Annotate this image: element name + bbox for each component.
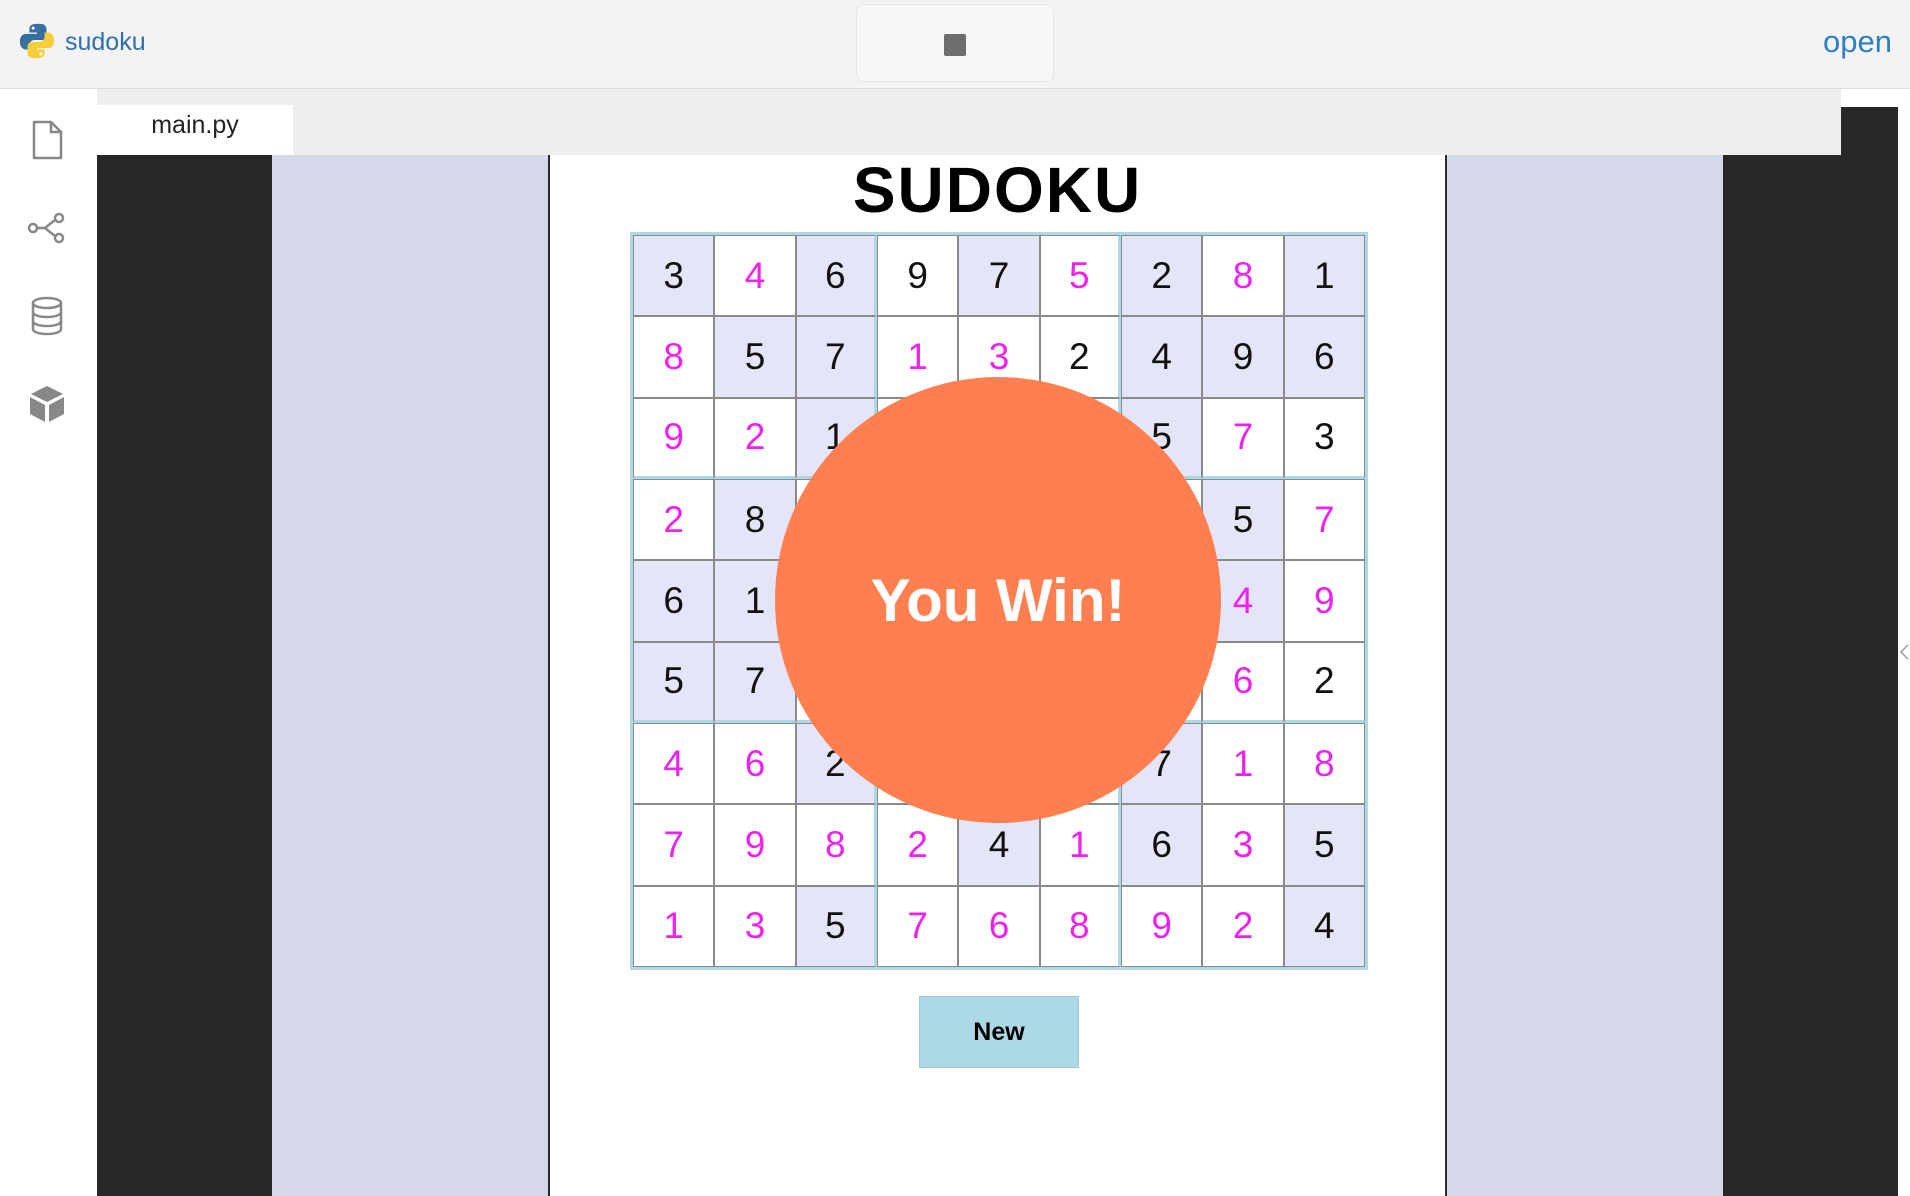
sudoku-cell[interactable]: 6 <box>714 723 796 805</box>
sudoku-cell[interactable]: 9 <box>714 804 796 886</box>
output-stage: SUDOKU 346975281857132496921573285761495… <box>97 155 1841 1196</box>
open-link[interactable]: open <box>1823 24 1892 60</box>
sudoku-cell[interactable]: 8 <box>1039 885 1121 967</box>
sudoku-cell[interactable]: 2 <box>714 397 796 479</box>
sudoku-cell[interactable]: 7 <box>1202 397 1284 479</box>
sudoku-cell[interactable]: 2 <box>1202 885 1284 967</box>
sudoku-cell[interactable]: 3 <box>633 235 715 317</box>
sidebar <box>0 89 96 1196</box>
sudoku-cell[interactable]: 7 <box>633 804 715 886</box>
sudoku-cell[interactable]: 1 <box>633 885 715 967</box>
sudoku-cell[interactable]: 5 <box>1283 804 1365 886</box>
new-game-button[interactable]: New <box>919 996 1079 1068</box>
sudoku-cell[interactable]: 9 <box>877 235 959 317</box>
sudoku-cell[interactable]: 8 <box>1283 723 1365 805</box>
sudoku-cell[interactable]: 9 <box>1202 316 1284 398</box>
canvas-margin-right <box>1447 155 1723 1196</box>
sudoku-cell[interactable]: 9 <box>1283 560 1365 642</box>
stop-button[interactable] <box>856 4 1054 82</box>
game-title: SUDOKU <box>852 154 1143 226</box>
sudoku-cell[interactable]: 6 <box>1121 804 1203 886</box>
sudoku-cell[interactable]: 4 <box>633 723 715 805</box>
sudoku-cell[interactable]: 5 <box>795 885 877 967</box>
top-bar: sudoku open <box>0 0 1910 89</box>
package-cube-icon[interactable] <box>26 383 68 425</box>
sudoku-cell[interactable]: 8 <box>1202 235 1284 317</box>
chevron-left-icon[interactable] <box>1898 642 1910 662</box>
sudoku-cell[interactable]: 3 <box>1202 804 1284 886</box>
sudoku-cell[interactable]: 7 <box>795 316 877 398</box>
sudoku-cell[interactable]: 7 <box>1283 479 1365 561</box>
sudoku-cell[interactable]: 9 <box>1121 885 1203 967</box>
canvas-margin-left <box>272 155 548 1196</box>
sudoku-cell[interactable]: 6 <box>1283 316 1365 398</box>
sudoku-cell[interactable]: 3 <box>1283 397 1365 479</box>
editor-tab-strip: main.py <box>97 89 1841 155</box>
win-badge: You Win! <box>775 377 1221 823</box>
sudoku-cell[interactable]: 6 <box>633 560 715 642</box>
stop-icon <box>944 34 966 56</box>
sudoku-cell[interactable]: 4 <box>1283 885 1365 967</box>
win-message: You Win! <box>870 566 1126 634</box>
file-icon[interactable] <box>26 119 68 161</box>
share-nodes-icon[interactable] <box>26 207 68 249</box>
python-logo-icon <box>19 23 55 59</box>
sudoku-cell[interactable]: 7 <box>877 885 959 967</box>
tab-main-py[interactable]: main.py <box>97 105 293 155</box>
app-title[interactable]: sudoku <box>65 28 146 57</box>
sudoku-cell[interactable]: 6 <box>958 885 1040 967</box>
sudoku-cell[interactable]: 5 <box>1039 235 1121 317</box>
sudoku-cell[interactable]: 8 <box>795 804 877 886</box>
sudoku-cell[interactable]: 6 <box>1202 641 1284 723</box>
sudoku-cell[interactable]: 4 <box>714 235 796 317</box>
sudoku-cell[interactable]: 7 <box>958 235 1040 317</box>
sudoku-cell[interactable]: 5 <box>633 641 715 723</box>
sudoku-cell[interactable]: 6 <box>795 235 877 317</box>
sudoku-cell[interactable]: 2 <box>1283 641 1365 723</box>
sudoku-cell[interactable]: 1 <box>1202 723 1284 805</box>
sudoku-cell[interactable]: 8 <box>633 316 715 398</box>
sudoku-cell[interactable]: 4 <box>1121 316 1203 398</box>
sudoku-cell[interactable]: 1 <box>1283 235 1365 317</box>
sudoku-cell[interactable]: 1 <box>1039 804 1121 886</box>
sudoku-cell[interactable]: 2 <box>1121 235 1203 317</box>
sudoku-cell[interactable]: 2 <box>633 479 715 561</box>
game-canvas[interactable]: SUDOKU 346975281857132496921573285761495… <box>548 155 1447 1196</box>
sudoku-cell[interactable]: 9 <box>633 397 715 479</box>
sudoku-cell[interactable]: 5 <box>714 316 796 398</box>
right-dark-strip <box>1841 107 1898 1196</box>
sudoku-cell[interactable]: 3 <box>714 885 796 967</box>
database-icon[interactable] <box>26 295 68 337</box>
